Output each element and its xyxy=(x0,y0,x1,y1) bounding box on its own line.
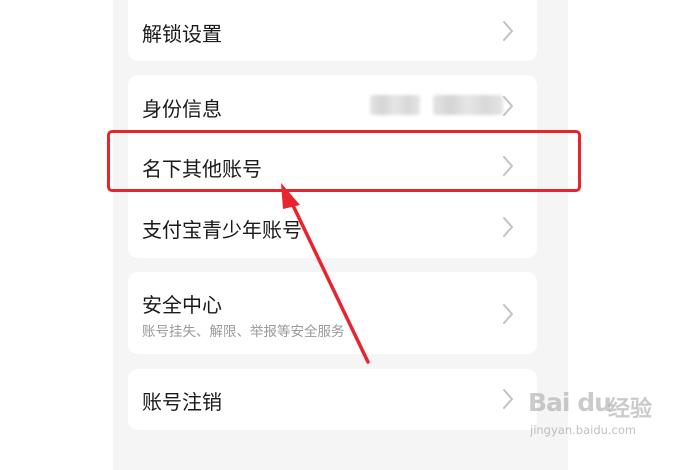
watermark-url: jingyan.baidu.com xyxy=(530,423,637,437)
watermark-brand: Bai du xyxy=(528,388,612,417)
watermark-brand-cn: 经验 xyxy=(608,397,653,422)
watermark: Bai du 经验 jingyan.baidu.com xyxy=(528,388,678,440)
